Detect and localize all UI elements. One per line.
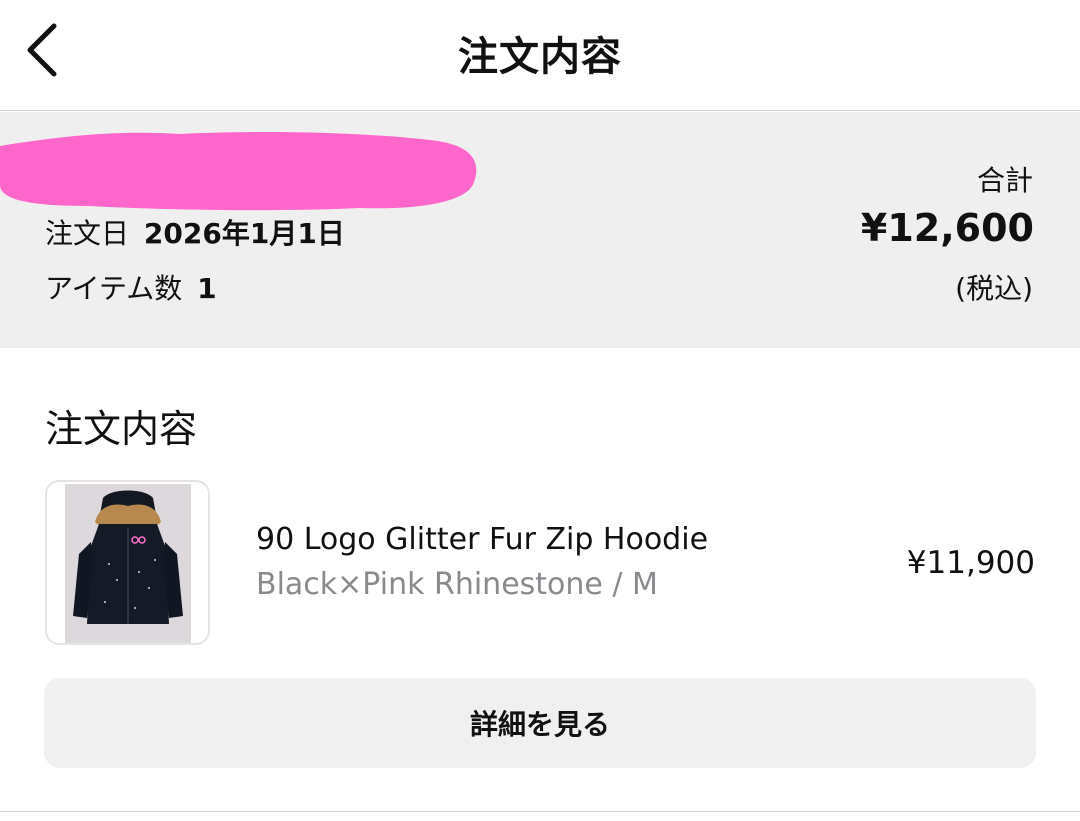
divider — [0, 811, 1080, 812]
order-summary: 注文日 2026年1月1日 アイテム数 1 合計 ¥12,600 (税込) — [0, 112, 1080, 348]
order-item[interactable]: 90 Logo Glitter Fur Zip Hoodie Black×Pin… — [45, 480, 1035, 645]
item-price: ¥11,900 — [906, 545, 1035, 581]
order-date: 注文日 2026年1月1日 — [45, 212, 345, 252]
page-title: 注文内容 — [458, 34, 622, 80]
item-name[interactable]: 90 Logo Glitter Fur Zip Hoodie — [256, 522, 708, 557]
item-variant: Black×Pink Rhinestone / M — [256, 567, 658, 602]
section-title: 注文内容 — [45, 407, 198, 451]
item-count-value: 1 — [197, 272, 217, 305]
view-details-button[interactable]: 詳細を見る — [44, 678, 1036, 768]
item-count-label: アイテム数 — [45, 272, 183, 305]
order-date-label: 注文日 — [45, 217, 130, 250]
item-count: アイテム数 1 — [45, 267, 217, 307]
total-amount: ¥12,600 — [860, 206, 1034, 250]
product-thumbnail[interactable] — [45, 480, 210, 645]
hoodie-image — [65, 484, 191, 643]
tax-note: (税込) — [955, 272, 1033, 305]
order-details-screen: 注文内容 注文日 2026年1月1日 アイテム数 1 合計 ¥12,600 (税… — [0, 0, 1080, 821]
redaction-mark — [0, 132, 477, 211]
navigation-bar: 注文内容 — [0, 0, 1080, 111]
order-date-value: 2026年1月1日 — [143, 217, 345, 250]
total-label: 合計 — [976, 164, 1033, 197]
